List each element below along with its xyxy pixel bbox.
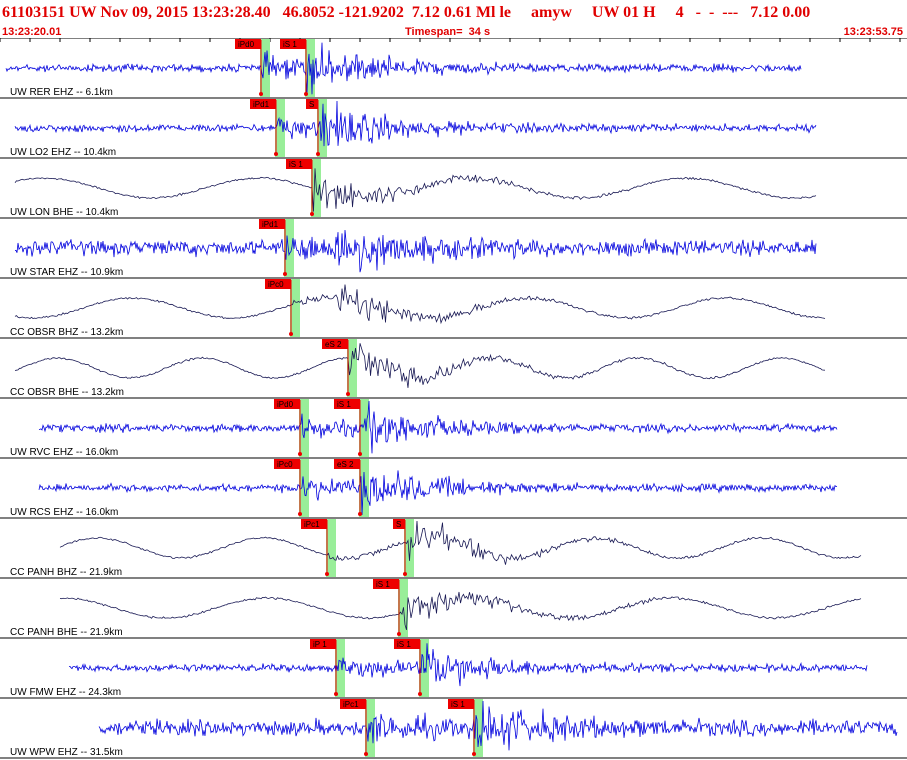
pick-label: iP 1	[313, 640, 327, 649]
phase-pick[interactable]: iPc0	[265, 279, 293, 336]
trace-row[interactable]: iPd1 S UW LO2 EHZ -- 10.4km	[0, 99, 907, 159]
waveform-trace	[14, 229, 817, 273]
seismogram-panel[interactable]: iPd0 iS 1 UW RER EHZ -- 6.1km iPd1 S UW LO2 E…	[0, 38, 907, 760]
pick-label: S	[396, 520, 401, 529]
pick-marker	[358, 452, 362, 456]
pick-label: iPd0	[238, 40, 255, 49]
trace-row[interactable]: iPd0 iS 1 UW RVC EHZ -- 16.0km	[0, 399, 907, 459]
phase-pick[interactable]: S	[393, 519, 407, 576]
trace-row[interactable]: iPd1 UW STAR EHZ -- 10.9km	[0, 219, 907, 279]
pick-marker	[316, 152, 320, 156]
pick-label: iS 1	[283, 40, 297, 49]
trace-label: CC OBSR BHZ -- 13.2km	[10, 327, 123, 338]
pick-label: iPd1	[253, 100, 270, 109]
trace-row[interactable]: iPd0 iS 1 UW RER EHZ -- 6.1km	[0, 39, 907, 99]
trace-label: CC OBSR BHE -- 13.2km	[10, 387, 124, 398]
pick-label: iPd0	[277, 400, 294, 409]
trace-row[interactable]: iP 1 iS 1 UW FMW EHZ -- 24.3km	[0, 639, 907, 699]
pick-label: iS 1	[337, 400, 351, 409]
pick-marker	[358, 512, 362, 516]
trace-row[interactable]: iS 1 UW LON BHE -- 10.4km	[0, 159, 907, 219]
waveform-trace	[38, 470, 838, 516]
event-summary-line: 61103151 UW Nov 09, 2015 13:23:28.40 46.…	[2, 4, 811, 21]
pick-marker	[298, 452, 302, 456]
waveform-trace	[59, 591, 862, 631]
pick-marker	[259, 92, 263, 96]
pick-marker	[472, 752, 476, 756]
waveform-trace	[59, 520, 862, 565]
pick-marker	[304, 92, 308, 96]
pick-label: eS 2	[337, 460, 354, 469]
trace-label: UW LON BHE -- 10.4km	[10, 207, 118, 218]
waveform-trace	[38, 400, 838, 454]
trace-row[interactable]: iPc0 eS 2 UW RCS EHZ -- 16.0km	[0, 459, 907, 519]
pick-marker	[283, 272, 287, 276]
pick-label: iS 1	[289, 160, 303, 169]
pick-marker	[298, 512, 302, 516]
waveform-trace	[98, 700, 898, 751]
pick-label: iS 1	[376, 580, 390, 589]
trace-row[interactable]: eS 2 CC OBSR BHE -- 13.2km	[0, 339, 907, 399]
pick-label: S	[309, 100, 314, 109]
waveform-trace	[14, 100, 817, 147]
trace-label: UW LO2 EHZ -- 10.4km	[10, 147, 116, 158]
pick-marker	[274, 152, 278, 156]
trace-label: UW FMW EHZ -- 24.3km	[10, 687, 121, 698]
pick-marker	[325, 572, 329, 576]
phase-pick[interactable]: iS 1	[373, 579, 401, 636]
trace-row[interactable]: iPc1 iS 1 UW WPW EHZ -- 31.5km	[0, 699, 907, 759]
pick-label: iPc0	[277, 460, 293, 469]
pick-marker	[397, 632, 401, 636]
time-ticks	[0, 38, 901, 42]
waveform-trace	[14, 284, 826, 325]
pick-label: iS 1	[397, 640, 411, 649]
trace-label: UW RCS EHZ -- 16.0km	[10, 507, 118, 518]
pick-marker	[310, 212, 314, 216]
pick-label: iPc0	[268, 280, 284, 289]
phase-pick[interactable]: iPc1	[340, 699, 368, 756]
phase-pick[interactable]: iS 1	[334, 399, 362, 456]
pick-label: iPc1	[343, 700, 359, 709]
waveform-trace	[68, 643, 868, 687]
pick-marker	[418, 692, 422, 696]
phase-pick[interactable]: eS 2	[322, 339, 350, 396]
pick-label: iPd1	[262, 220, 279, 229]
pick-label: iS 1	[451, 700, 465, 709]
pick-marker	[346, 392, 350, 396]
pick-label: eS 2	[325, 340, 342, 349]
trace-label: UW RVC EHZ -- 16.0km	[10, 447, 118, 458]
trace-label: CC PANH BHE -- 21.9km	[10, 627, 123, 638]
pick-marker	[364, 752, 368, 756]
pick-marker	[403, 572, 407, 576]
waveform-trace	[14, 343, 826, 388]
waveform-trace	[5, 42, 802, 95]
pick-marker	[289, 332, 293, 336]
pick-label: iPc1	[304, 520, 320, 529]
trace-label: CC PANH BHZ -- 21.9km	[10, 567, 122, 578]
trace-row[interactable]: iPc0 CC OBSR BHZ -- 13.2km	[0, 279, 907, 339]
waveform-trace	[14, 168, 817, 212]
phase-pick[interactable]: iPc1	[301, 519, 329, 576]
event-header: 61103151 UW Nov 09, 2015 13:23:28.40 46.…	[0, 0, 907, 40]
pick-marker	[334, 692, 338, 696]
trace-label: UW WPW EHZ -- 31.5km	[10, 747, 123, 758]
trace-row[interactable]: iS 1 CC PANH BHE -- 21.9km	[0, 579, 907, 639]
trace-label: UW STAR EHZ -- 10.9km	[10, 267, 123, 278]
trace-label: UW RER EHZ -- 6.1km	[10, 87, 113, 98]
trace-row[interactable]: iPc1 S CC PANH BHZ -- 21.9km	[0, 519, 907, 579]
